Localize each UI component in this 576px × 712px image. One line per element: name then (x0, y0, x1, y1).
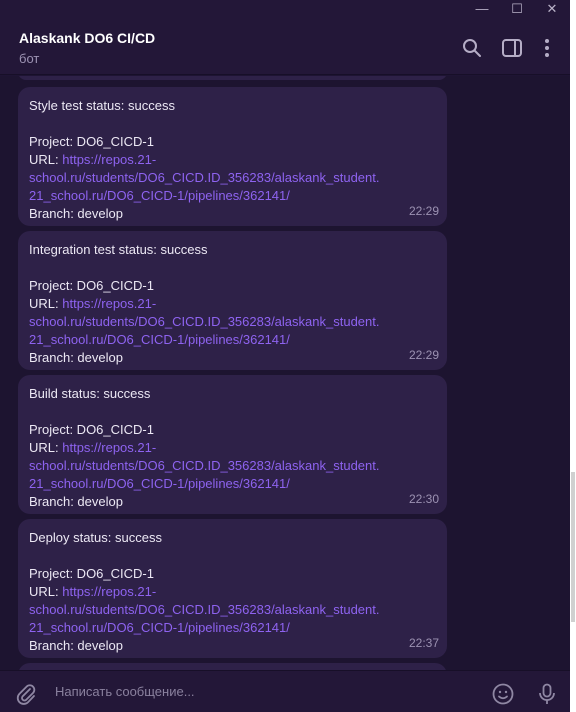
message-bubble[interactable]: Integration test status: success Project… (18, 231, 447, 370)
emoji-icon[interactable] (491, 682, 515, 706)
previous-message-bubble (18, 76, 447, 80)
more-vertical-icon[interactable] (536, 37, 558, 59)
message-url-label: URL: (29, 152, 63, 167)
message-url-link[interactable]: 21_school.ru/DO6_CICD-1/pipelines/362141… (29, 331, 436, 349)
message-status: Build status: success (29, 386, 151, 401)
message-url-link[interactable]: school.ru/students/DO6_CICD.ID_356283/al… (29, 457, 436, 475)
search-icon[interactable] (461, 37, 483, 59)
message-time: 22:37 (408, 636, 439, 650)
maximize-button[interactable]: ☐ (502, 0, 532, 20)
message-url-label: URL: (29, 584, 63, 599)
message-bubble[interactable]: Style test status: success Project: DO6_… (18, 87, 447, 226)
sidebar-toggle-icon[interactable] (501, 37, 523, 59)
message-url-link[interactable]: 21_school.ru/DO6_CICD-1/pipelines/362141… (29, 619, 436, 637)
message-project: Project: DO6_CICD-1 (29, 278, 154, 293)
message-status: Deploy status: success (29, 530, 162, 545)
window-titlebar: — ☐ ✕ (0, 0, 570, 20)
close-button[interactable]: ✕ (537, 0, 567, 20)
scrollbar-thumb[interactable] (571, 472, 575, 622)
message-status: Integration test status: success (29, 242, 208, 257)
chat-subtitle: бот (19, 51, 40, 66)
message-time: 22:29 (408, 348, 439, 362)
message-url-link[interactable]: https://repos.21- (62, 152, 156, 167)
message-time: 22:29 (408, 204, 439, 218)
message-url-link[interactable]: https://repos.21- (62, 584, 156, 599)
message-url-label: URL: (29, 440, 63, 455)
message-url-link[interactable]: school.ru/students/DO6_CICD.ID_356283/al… (29, 169, 436, 187)
message-url-link[interactable]: 21_school.ru/DO6_CICD-1/pipelines/362141… (29, 475, 436, 493)
message-time: 22:30 (408, 492, 439, 506)
message-url-link[interactable]: school.ru/students/DO6_CICD.ID_356283/al… (29, 313, 436, 331)
chat-title[interactable]: Alaskank DO6 CI/CD (19, 30, 155, 46)
message-url-label: URL: (29, 296, 63, 311)
message-branch: Branch: develop (29, 638, 123, 653)
minimize-button[interactable]: — (467, 0, 497, 20)
message-bubble[interactable]: Deploy status: success Project: DO6_CICD… (18, 519, 447, 658)
message-input[interactable]: Написать сообщение... (55, 684, 195, 699)
next-message-bubble (18, 663, 447, 670)
message-branch: Branch: develop (29, 350, 123, 365)
message-bubble[interactable]: Build status: success Project: DO6_CICD-… (18, 375, 447, 514)
message-url-link[interactable]: 21_school.ru/DO6_CICD-1/pipelines/362141… (29, 187, 436, 205)
message-branch: Branch: develop (29, 206, 123, 221)
message-status: Style test status: success (29, 98, 175, 113)
message-url-link[interactable]: https://repos.21- (62, 296, 156, 311)
message-composer[interactable]: Написать сообщение... (0, 670, 570, 712)
attach-icon[interactable] (14, 682, 38, 706)
message-list[interactable]: Style test status: success Project: DO6_… (0, 76, 570, 670)
message-project: Project: DO6_CICD-1 (29, 566, 154, 581)
message-url-link[interactable]: https://repos.21- (62, 440, 156, 455)
message-branch: Branch: develop (29, 494, 123, 509)
chat-header[interactable]: Alaskank DO6 CI/CD бот (0, 20, 570, 75)
message-project: Project: DO6_CICD-1 (29, 134, 154, 149)
message-url-link[interactable]: school.ru/students/DO6_CICD.ID_356283/al… (29, 601, 436, 619)
message-project: Project: DO6_CICD-1 (29, 422, 154, 437)
microphone-icon[interactable] (535, 682, 559, 706)
